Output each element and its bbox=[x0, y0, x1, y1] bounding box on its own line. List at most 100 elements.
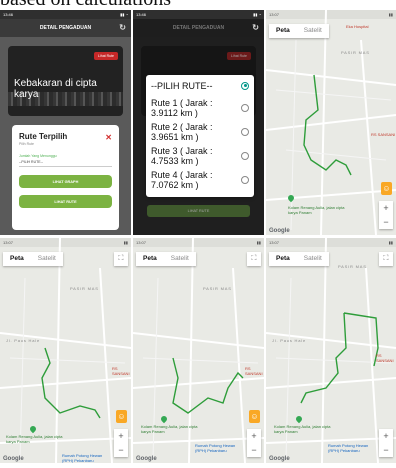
google-logo: Google bbox=[136, 456, 157, 462]
map-screen-2: 13:07 ▮▮ Peta Satelit ⛶ PASIR MAS Jl. Pau… bbox=[0, 238, 131, 463]
zoom-in-button[interactable]: + bbox=[379, 201, 393, 215]
route-option-label: Rute 1 ( Jarak : 3.9112 km ) bbox=[151, 98, 213, 118]
map-type-tabs: Peta Satelit bbox=[3, 252, 63, 266]
map-label-rs: RS SANSANI bbox=[371, 132, 396, 137]
tab-map[interactable]: Peta bbox=[269, 24, 297, 38]
news-image-card: Lihat Rute Kebakaran di cipta karya bbox=[8, 46, 123, 116]
map-label-rumah: Rumah Potong Hewan (RPH) Pekanbaru bbox=[195, 443, 236, 453]
fullscreen-icon[interactable]: ⛶ bbox=[114, 252, 128, 266]
tab-map[interactable]: Peta bbox=[136, 252, 164, 266]
map-label-kolam: Kolam Renang Aulia, jalan cipta karya Pa… bbox=[6, 434, 63, 444]
radio-icon bbox=[241, 176, 249, 184]
view-route-button-dimmed: LIHAT RUTE bbox=[147, 205, 250, 217]
screen-detail-dialog: 13:46 ▮▮ ◔ DETAIL PENGADUAN ↻ Lihat Rute … bbox=[0, 10, 131, 235]
fullscreen-icon[interactable]: ⛶ bbox=[247, 252, 261, 266]
map-label-kolam: Kolam Renang Aulia, jalan cipta karya Pa… bbox=[274, 424, 331, 434]
refresh-icon[interactable]: ↻ bbox=[252, 23, 259, 32]
map-label-eka: Eka Hospital bbox=[346, 24, 369, 29]
map-canvas[interactable] bbox=[0, 238, 131, 463]
radio-icon bbox=[241, 152, 249, 160]
zoom-out-button[interactable]: − bbox=[247, 443, 261, 457]
zoom-control: + − bbox=[379, 429, 393, 457]
radio-selected-icon bbox=[241, 81, 249, 90]
map-label-rs: RS SANSANI bbox=[245, 366, 263, 376]
map-label-pasir: PASIR MAS bbox=[70, 286, 99, 291]
map-canvas[interactable] bbox=[266, 10, 396, 235]
app-bar: DETAIL PENGADUAN ↻ bbox=[133, 19, 264, 37]
google-logo: Google bbox=[269, 228, 290, 234]
route-option-3[interactable]: Rute 3 ( Jarak : 4.7533 km ) bbox=[146, 144, 254, 168]
route-badge-button[interactable]: Lihat Rute bbox=[94, 52, 118, 60]
status-time: 13:46 bbox=[136, 12, 147, 17]
radio-icon bbox=[241, 128, 249, 136]
route-badge-button: Lihat Rute bbox=[227, 52, 251, 60]
fullscreen-icon[interactable]: ⛶ bbox=[379, 252, 393, 266]
caption-text: based on calculations bbox=[0, 0, 396, 9]
map-label-rs: RS SANSANI bbox=[376, 353, 394, 363]
zoom-control: + − bbox=[379, 201, 393, 229]
close-icon[interactable]: ✕ bbox=[105, 133, 112, 142]
refresh-icon[interactable]: ↻ bbox=[119, 23, 126, 32]
route-option-4[interactable]: Rute 4 ( Jarak : 7.0762 km ) bbox=[146, 168, 254, 192]
app-bar: DETAIL PENGADUAN ↻ bbox=[0, 19, 131, 37]
zoom-out-button[interactable]: − bbox=[114, 443, 128, 457]
map-label-kolam: Kolam Renang Aulia, jalan cipta karya Pa… bbox=[288, 205, 345, 215]
news-title: Kebakaran di cipta karya bbox=[14, 78, 97, 100]
route-option-2[interactable]: Rute 2 ( Jarak : 3.9651 km ) bbox=[146, 120, 254, 144]
radio-icon bbox=[241, 104, 249, 112]
route-option-1[interactable]: Rute 1 ( Jarak : 3.9112 km ) bbox=[146, 96, 254, 120]
map-label-kolam: Kolam Renang Aulia, jalan cipta karya Pa… bbox=[141, 424, 198, 434]
map-screen-4: 13:07 ▮▮ Peta Satelit ⛶ PASIR MAS Jl. Pau… bbox=[266, 238, 396, 463]
view-route-button[interactable]: LIHAT RUTE bbox=[19, 195, 112, 208]
route-option-label: --PILIH RUTE-- bbox=[151, 81, 213, 91]
zoom-control: + − bbox=[247, 429, 261, 457]
map-label-road: Jl. Paus Hale bbox=[272, 338, 306, 343]
map-label-rumah: Rumah Potong Hewan (RPH) Pekanbaru bbox=[62, 453, 103, 463]
zoom-control: + − bbox=[114, 429, 128, 457]
route-line bbox=[172, 357, 244, 414]
map-label-pasir: PASIR MAS bbox=[338, 264, 367, 269]
tab-satellite[interactable]: Satelit bbox=[297, 252, 329, 266]
route-option-list: --PILIH RUTE-- Rute 1 ( Jarak : 3.9112 k… bbox=[146, 75, 254, 197]
route-option-label: Rute 3 ( Jarak : 4.7533 km ) bbox=[151, 146, 213, 166]
map-label-rs: RS SANSANI bbox=[112, 366, 130, 376]
status-bar: 13:46 ▮▮ ◔ bbox=[133, 10, 264, 19]
route-option-0[interactable]: --PILIH RUTE-- bbox=[146, 75, 254, 96]
dialog-title: Rute Terpilih bbox=[19, 132, 68, 141]
google-logo: Google bbox=[3, 456, 24, 462]
zoom-out-button[interactable]: − bbox=[379, 443, 393, 457]
tab-satellite[interactable]: Satelit bbox=[297, 24, 329, 38]
map-type-tabs: Peta Satelit bbox=[136, 252, 196, 266]
map-type-tabs: Peta Satelit bbox=[269, 24, 329, 38]
zoom-in-button[interactable]: + bbox=[114, 429, 128, 443]
map-label-rumah: Rumah Potong Hewan (RPH) Pekanbaru bbox=[328, 443, 369, 453]
status-bar: 13:46 ▮▮ ◔ bbox=[0, 10, 131, 19]
map-type-tabs: Peta Satelit bbox=[269, 252, 329, 266]
map-screen-3: 13:07 ▮▮ Peta Satelit ⛶ PASIR MAS RS SANS… bbox=[133, 238, 264, 463]
map-label-pasir: PASIR MAS bbox=[341, 50, 370, 55]
map-label-pasir: PASIR MAS bbox=[203, 286, 232, 291]
tab-satellite[interactable]: Satelit bbox=[164, 252, 196, 266]
tab-map[interactable]: Peta bbox=[269, 252, 297, 266]
tab-map[interactable]: Peta bbox=[3, 252, 31, 266]
page-title: DETAIL PENGADUAN bbox=[39, 25, 92, 31]
status-time: 13:46 bbox=[3, 12, 14, 17]
pegman-icon[interactable]: ☺ bbox=[116, 410, 127, 423]
route-option-label: Rute 4 ( Jarak : 7.0762 km ) bbox=[151, 170, 213, 190]
zoom-out-button[interactable]: − bbox=[379, 215, 393, 229]
map-screen-1: 13:07 ▮▮ Peta Satelit Eka Hospital PASIR … bbox=[266, 10, 396, 235]
zoom-in-button[interactable]: + bbox=[247, 429, 261, 443]
page-title: DETAIL PENGADUAN bbox=[172, 25, 225, 31]
google-logo: Google bbox=[269, 456, 290, 462]
route-dialog: Rute Terpilih Pilih Rute ✕ Jumlah Yang M… bbox=[12, 125, 119, 230]
map-label-road: Jl. Paus Hale bbox=[6, 338, 40, 343]
tab-satellite[interactable]: Satelit bbox=[31, 252, 63, 266]
pegman-icon[interactable]: ☺ bbox=[381, 182, 392, 195]
zoom-in-button[interactable]: + bbox=[379, 429, 393, 443]
pegman-icon[interactable]: ☺ bbox=[249, 410, 260, 423]
route-line bbox=[300, 312, 379, 404]
screen-route-chooser: 13:46 ▮▮ ◔ DETAIL PENGADUAN ↻ Lihat Rute … bbox=[133, 10, 264, 235]
route-select[interactable]: --PILIH RUTE-- bbox=[19, 158, 112, 167]
view-graph-button[interactable]: LIHAT GRAPH bbox=[19, 175, 112, 188]
dialog-subtitle: Pilih Rute bbox=[19, 142, 34, 146]
